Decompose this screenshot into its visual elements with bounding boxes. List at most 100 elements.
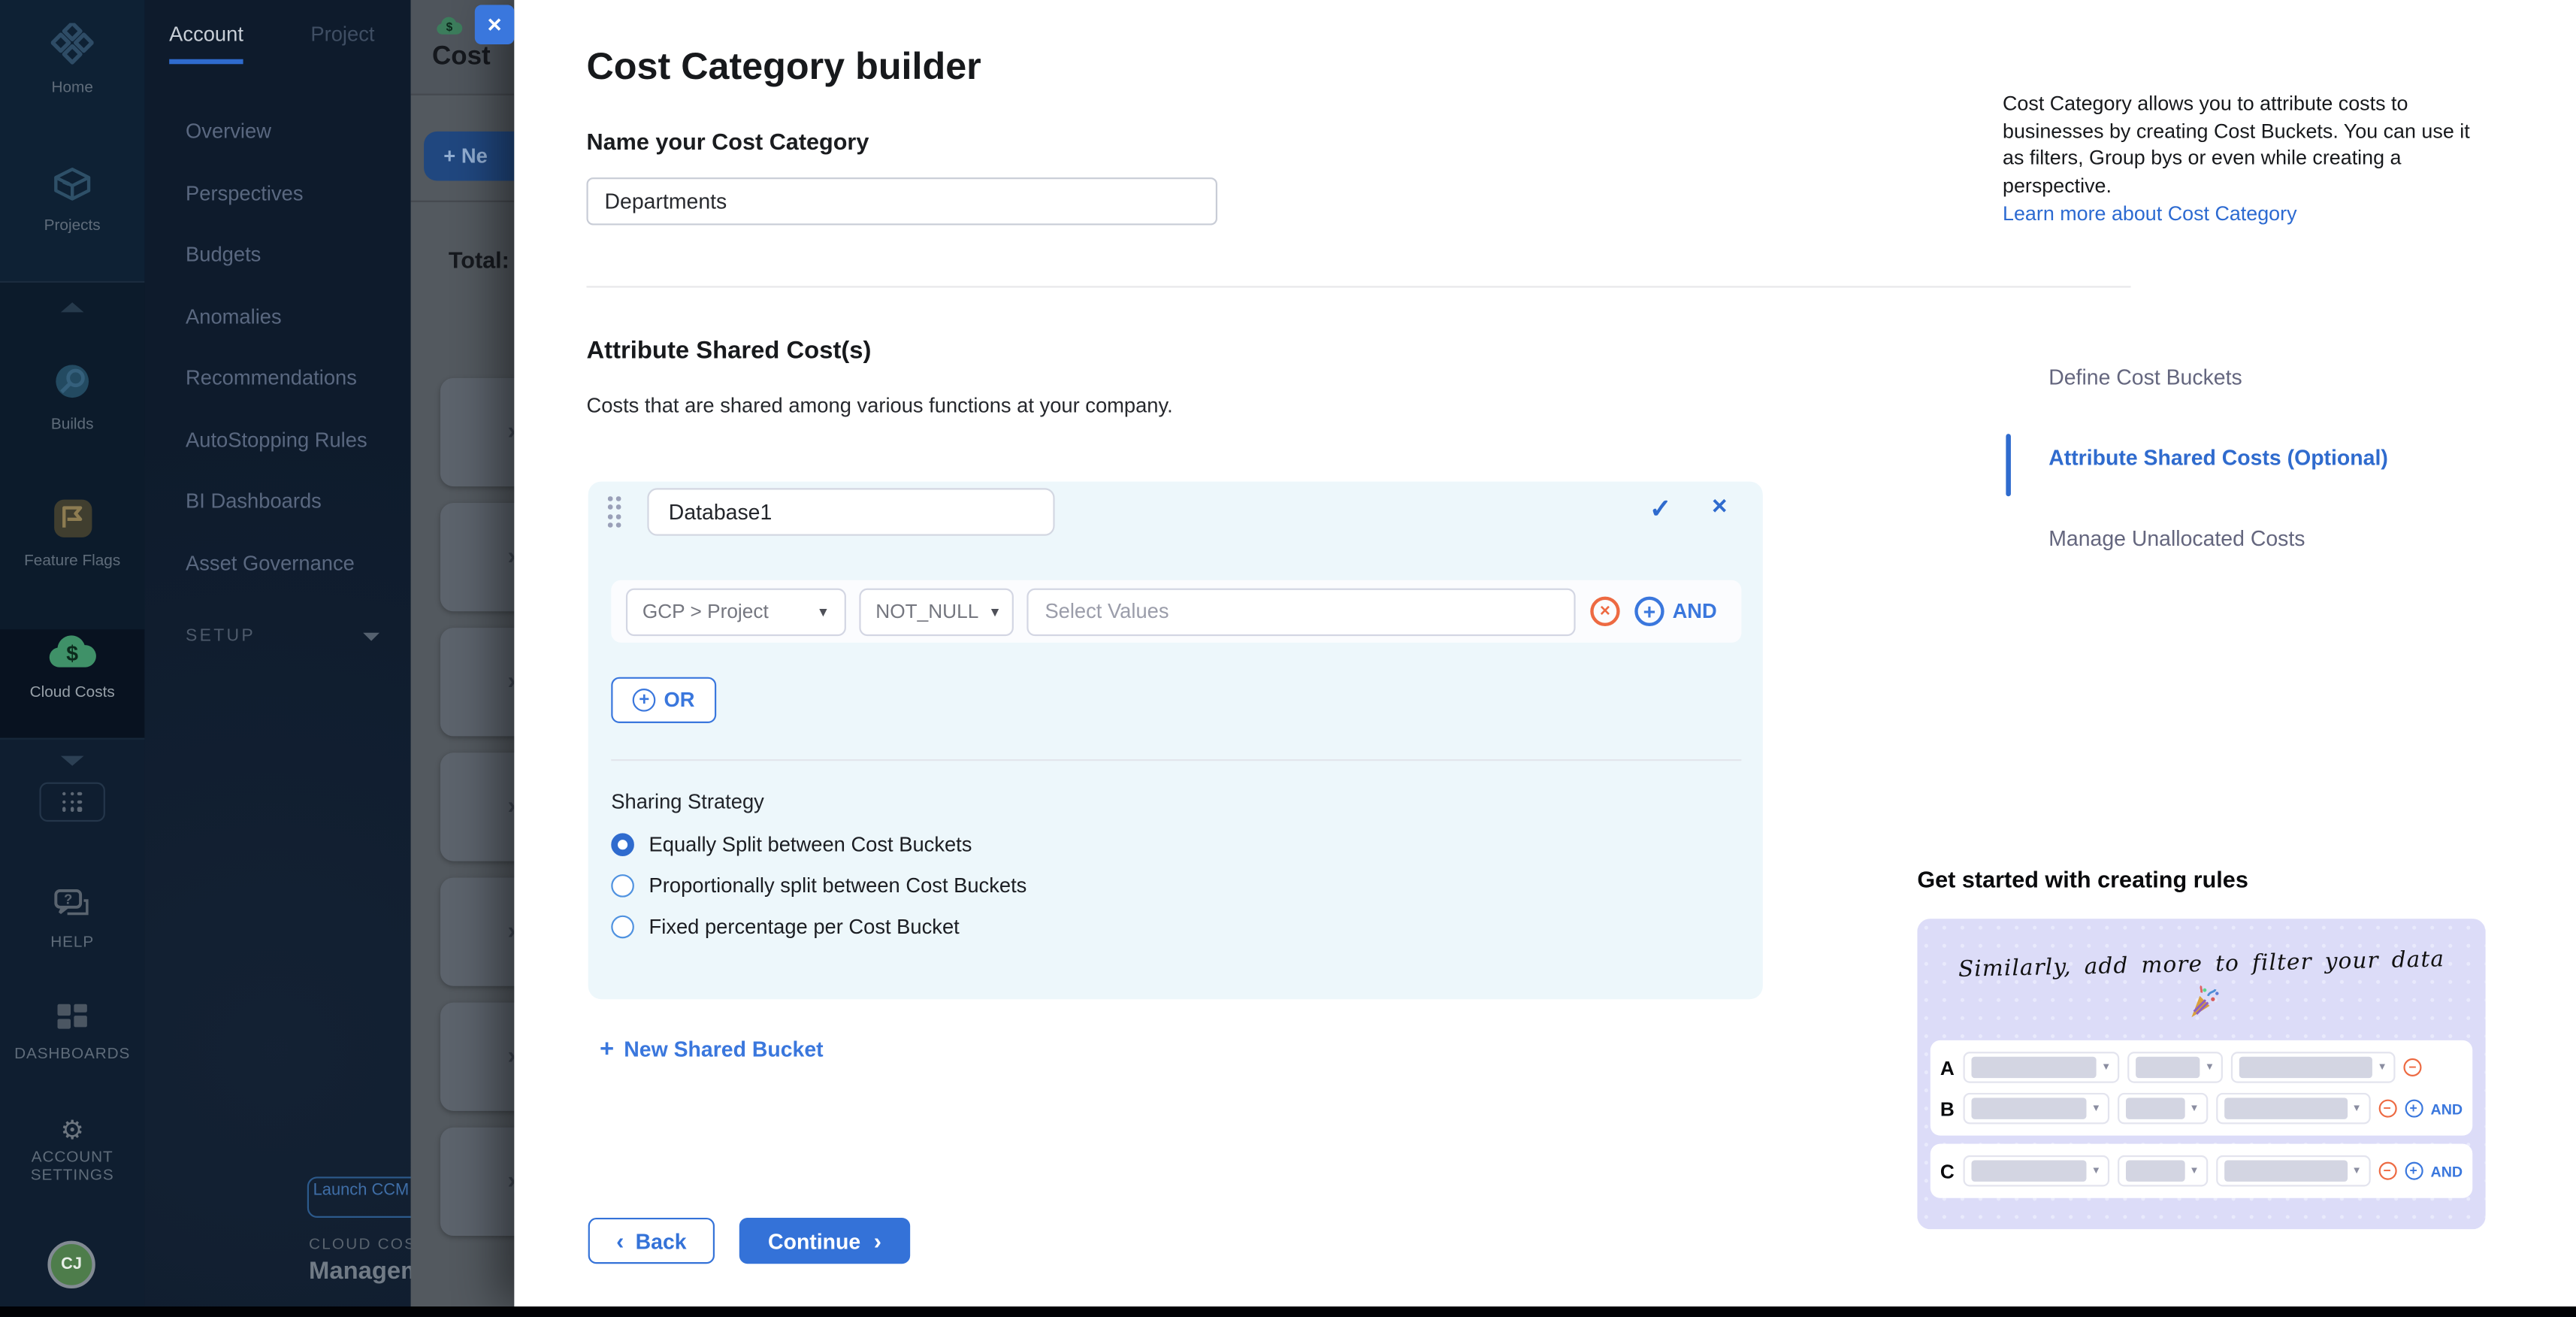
new-cost-category-button[interactable]: + Ne: [424, 132, 514, 181]
feature-flags-icon: [52, 498, 93, 539]
about-cost-category-text: Cost Category allows you to attribute co…: [2003, 90, 2489, 228]
name-section-label: Name your Cost Category: [586, 129, 869, 155]
learn-more-link[interactable]: Learn more about Cost Category: [2003, 201, 2297, 228]
minus-circle-icon: −: [2378, 1162, 2396, 1180]
nav-item-overview[interactable]: Overview: [144, 102, 410, 164]
continue-label: Continue: [768, 1228, 860, 1253]
placeholder-select: ▼: [2215, 1093, 2369, 1125]
sidebar-item-label: Cloud Costs: [0, 683, 144, 701]
illustration-hint-text: Similarly, add more to filter your data: [1917, 946, 2485, 984]
example-rule-card-ab: A ▼ ▼ ▼ − B ▼ ▼ ▼ − + AND: [1930, 1040, 2472, 1136]
chevron-right-icon: ›: [508, 1042, 515, 1070]
nav-item-budgets[interactable]: Budgets: [144, 226, 410, 287]
sidebar-item-dashboards[interactable]: DASHBOARDS: [0, 1003, 144, 1064]
placeholder-select: ▼: [1964, 1052, 2120, 1083]
new-shared-bucket-button[interactable]: +New Shared Bucket: [600, 1035, 824, 1063]
radio-fixed-percentage[interactable]: Fixed percentage per Cost Bucket: [611, 916, 959, 939]
sharing-strategy-label: Sharing Strategy: [611, 791, 764, 814]
sidebar-item-home[interactable]: Home: [0, 23, 144, 97]
radio-label: Proportionally split between Cost Bucket…: [649, 874, 1027, 898]
background-page-title: Cost: [432, 43, 491, 72]
chevron-left-icon: ‹: [616, 1228, 624, 1254]
sidebar-item-label: Feature Flags: [0, 553, 144, 571]
module-picker-button[interactable]: [39, 783, 104, 822]
and-label[interactable]: AND: [1673, 600, 1717, 623]
step-manage-unallocated-costs[interactable]: Manage Unallocated Costs: [2006, 526, 2499, 551]
nav-item-bi-dashboards[interactable]: BI Dashboards: [144, 471, 410, 533]
svg-text:$: $: [66, 642, 78, 666]
minus-circle-icon: −: [2403, 1058, 2421, 1076]
operator-select[interactable]: NOT_NULL▼: [859, 588, 1014, 635]
confirm-check-icon[interactable]: ✓: [1649, 493, 1671, 526]
close-icon[interactable]: ×: [475, 5, 514, 44]
values-input[interactable]: [1026, 588, 1575, 635]
section-heading: Attribute Shared Cost(s): [586, 337, 871, 365]
radio-icon: [611, 916, 634, 939]
add-or-condition-button[interactable]: + OR: [611, 677, 716, 723]
placeholder-select: ▼: [2231, 1052, 2396, 1083]
chevron-right-icon: ›: [508, 917, 515, 945]
wizard-steps: Define Cost Buckets Attribute Shared Cos…: [2006, 365, 2499, 606]
tab-project[interactable]: Project: [310, 23, 374, 65]
bucket-name-input[interactable]: [647, 488, 1054, 535]
example-rule-row-c: C ▼ ▼ ▼ − + AND: [1940, 1150, 2463, 1191]
nav-item-recommendations[interactable]: Recommendations: [144, 348, 410, 410]
get-started-heading: Get started with creating rules: [1917, 866, 2248, 892]
continue-button[interactable]: Continue ›: [739, 1218, 910, 1264]
example-rule-row-b: B ▼ ▼ ▼ − + AND: [1940, 1088, 2463, 1129]
scroll-up-chevron-icon[interactable]: [61, 302, 84, 312]
gear-icon: ⚙: [61, 1119, 84, 1146]
back-button[interactable]: ‹ Back: [588, 1218, 715, 1264]
apps-grid-icon: [62, 792, 83, 813]
background-table-row: ›: [440, 752, 514, 861]
user-avatar[interactable]: CJ: [47, 1241, 95, 1288]
cost-category-name-input[interactable]: [586, 177, 1217, 225]
sidebar-item-label: Builds: [0, 416, 144, 434]
caret-down-icon: ▼: [817, 604, 830, 619]
nav-item-perspectives[interactable]: Perspectives: [144, 164, 410, 226]
chevron-right-icon: ›: [874, 1228, 881, 1254]
delete-condition-icon[interactable]: ×: [1590, 597, 1619, 626]
remove-bucket-icon[interactable]: ×: [1712, 493, 1727, 522]
tab-account[interactable]: Account: [169, 23, 243, 65]
radio-proportionally-split[interactable]: Proportionally split between Cost Bucket…: [611, 874, 1026, 898]
background-table-row: ›: [440, 378, 514, 486]
divider: [586, 286, 2130, 287]
sidebar-lower-section: ? HELP DASHBOARDS ⚙ ACCOUNT SETTINGS: [0, 738, 144, 1306]
dimmed-background-page: $ Cost + Ne Total: ›››››››: [411, 0, 515, 1306]
svg-text:?: ?: [64, 891, 72, 907]
setup-section-toggle[interactable]: SETUP: [186, 626, 379, 646]
sidebar-item-account-settings[interactable]: ⚙ ACCOUNT SETTINGS: [0, 1118, 144, 1185]
row-label: B: [1940, 1097, 1955, 1120]
or-label: OR: [664, 689, 695, 712]
builds-icon: [51, 360, 94, 403]
sidebar-item-projects[interactable]: Projects: [0, 165, 144, 235]
and-label: AND: [2431, 1101, 2463, 1117]
sidebar-item-label: DASHBOARDS: [0, 1045, 144, 1063]
scroll-down-chevron-icon[interactable]: [61, 756, 84, 766]
radio-equally-split[interactable]: Equally Split between Cost Buckets: [611, 833, 972, 856]
app-root: Home Projects Builds: [0, 0, 2576, 1316]
plus-circle-icon: +: [2405, 1162, 2423, 1180]
projects-icon: [51, 165, 94, 204]
sidebar-item-help[interactable]: ? HELP: [0, 888, 144, 952]
chevron-right-icon: ›: [508, 542, 515, 570]
sidebar-item-feature-flags[interactable]: Feature Flags: [0, 498, 144, 570]
chevron-right-icon: ›: [508, 668, 515, 695]
background-table-row: ›: [440, 628, 514, 736]
nav-item-anomalies[interactable]: Anomalies: [144, 286, 410, 348]
sidebar-item-label: HELP: [0, 934, 144, 952]
active-step-indicator: [2006, 434, 2011, 496]
step-define-cost-buckets[interactable]: Define Cost Buckets: [2006, 365, 2499, 389]
total-label: Total:: [449, 247, 509, 273]
nav-item-asset-governance[interactable]: Asset Governance: [144, 533, 410, 595]
sidebar-item-cloud-costs[interactable]: $ Cloud Costs: [0, 629, 144, 737]
drag-handle-icon[interactable]: [608, 496, 621, 528]
placeholder-select: ▼: [2215, 1155, 2369, 1187]
operand-select[interactable]: GCP > Project▼: [626, 588, 846, 635]
nav-item-autostopping-rules[interactable]: AutoStopping Rules: [144, 410, 410, 471]
step-attribute-shared-costs[interactable]: Attribute Shared Costs (Optional): [2006, 445, 2499, 470]
svg-text:$: $: [446, 21, 453, 34]
add-and-condition-icon[interactable]: +: [1634, 597, 1664, 626]
sidebar-item-builds[interactable]: Builds: [0, 360, 144, 434]
